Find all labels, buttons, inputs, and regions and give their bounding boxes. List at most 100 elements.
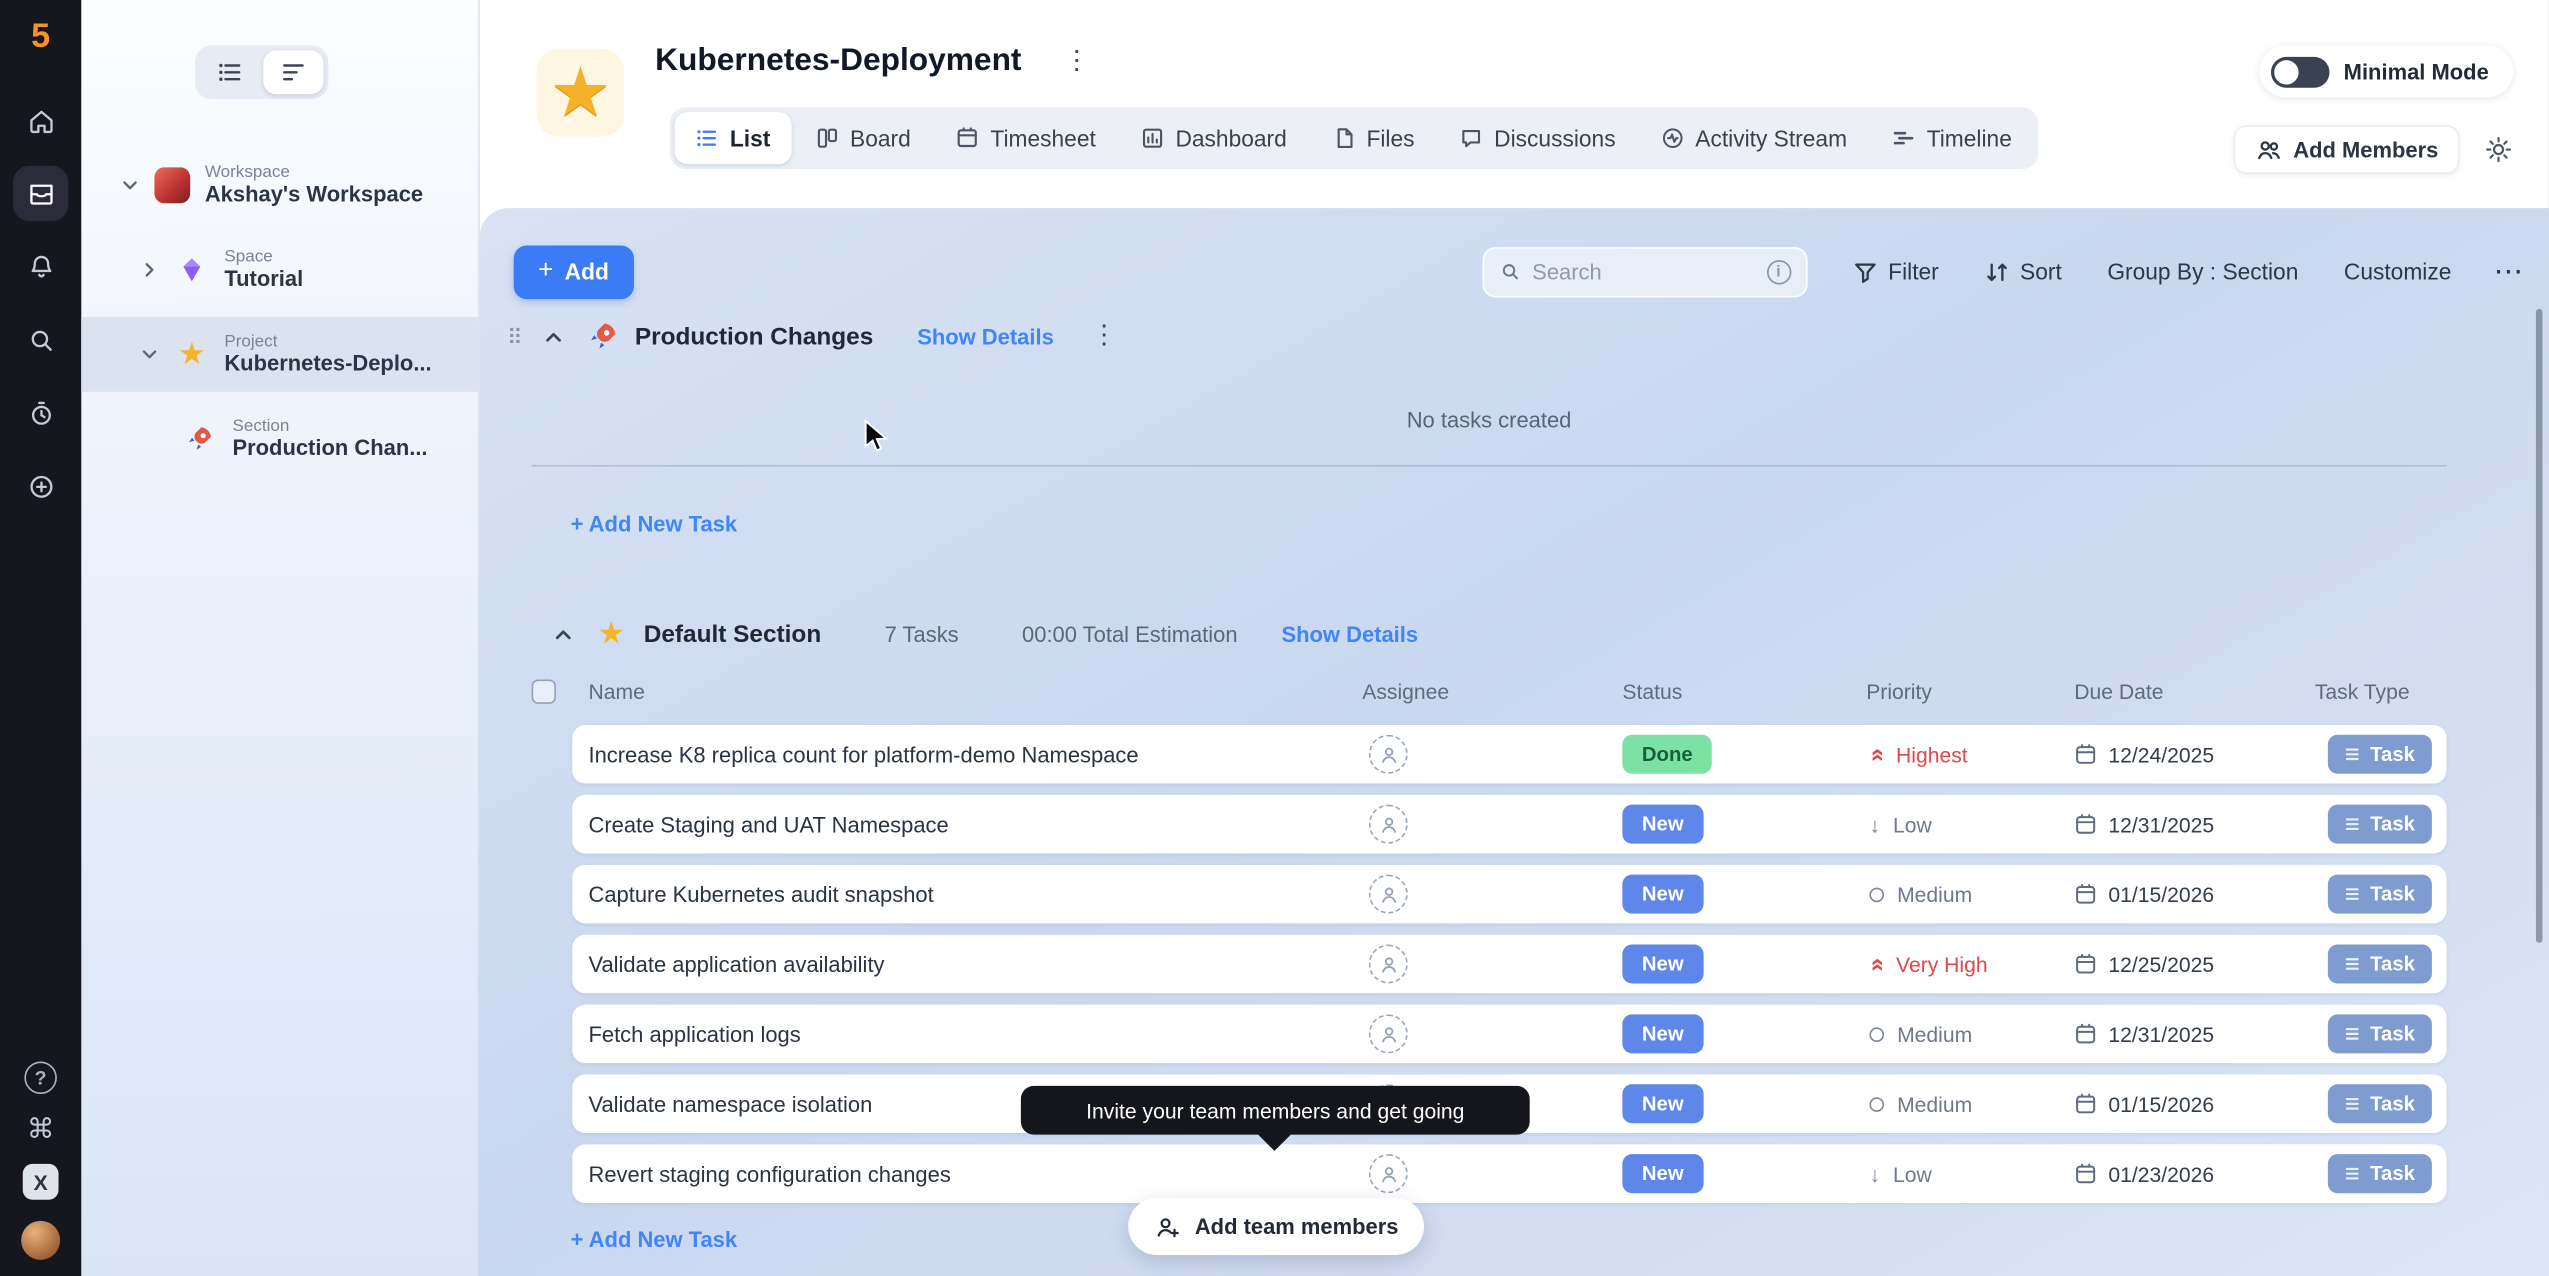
collapse-chevron-up-icon[interactable]: [546, 618, 579, 651]
node-name-label: Akshay's Workspace: [205, 182, 423, 208]
task-icon: [2344, 886, 2360, 902]
assignee-avatar[interactable]: [1369, 875, 1408, 914]
space-crystal-icon: [174, 252, 210, 288]
search-icon: [1498, 260, 1521, 283]
user-avatar[interactable]: [21, 1221, 60, 1260]
project-menu-icon[interactable]: ⋮: [1064, 48, 1090, 74]
search-input[interactable]: [1532, 259, 1755, 283]
node-name-label: Kubernetes-Deplo...: [224, 351, 431, 377]
keyboard-shortcuts-icon[interactable]: ⌘: [27, 1115, 55, 1143]
task-row[interactable]: Revert staging configuration changes New…: [572, 1144, 2446, 1203]
select-all-checkbox[interactable]: [532, 680, 556, 704]
status-badge[interactable]: Done: [1622, 735, 1712, 774]
task-name[interactable]: Validate application availability: [572, 952, 1362, 976]
add-new-task-link[interactable]: + Add New Task: [571, 1227, 737, 1251]
detail-view-toggle[interactable]: [263, 50, 323, 94]
space-labels: Space Tutorial: [224, 246, 303, 293]
status-badge[interactable]: New: [1622, 1084, 1703, 1123]
sidebar-item-project-selected[interactable]: ★ Project Kubernetes-Deplo...: [81, 317, 478, 392]
task-type-badge: Task: [2328, 1014, 2431, 1053]
status-badge[interactable]: New: [1622, 1014, 1703, 1053]
chevron-right-icon[interactable]: [140, 260, 160, 280]
tab-board[interactable]: Board: [795, 112, 932, 164]
task-name[interactable]: Create Staging and UAT Namespace: [572, 812, 1362, 836]
status-badge[interactable]: New: [1622, 1154, 1703, 1193]
section-header-default: ★ Default Section 7 Tasks 00:00 Total Es…: [546, 616, 1418, 652]
tab-label: List: [730, 125, 770, 151]
task-row[interactable]: Create Staging and UAT Namespace New ↓Lo…: [572, 795, 2446, 854]
add-members-button[interactable]: Add Members: [2233, 125, 2459, 174]
search-box[interactable]: i: [1482, 246, 1807, 296]
add-button[interactable]: + Add: [514, 245, 634, 299]
task-row[interactable]: Capture Kubernetes audit snapshot New Me…: [572, 865, 2446, 924]
priority-highest-icon: »: [1864, 747, 1888, 761]
task-name[interactable]: Capture Kubernetes audit snapshot: [572, 882, 1362, 906]
tab-discussions[interactable]: Discussions: [1439, 112, 1637, 164]
show-details-link[interactable]: Show Details: [1281, 622, 1418, 646]
tab-list[interactable]: List: [675, 112, 792, 164]
calendar-icon: [2074, 1162, 2097, 1185]
assignee-avatar[interactable]: [1369, 805, 1408, 844]
task-icon: [2344, 746, 2360, 762]
app-logo[interactable]: 5: [31, 20, 50, 54]
chat-bubble-icon: [1460, 127, 1483, 150]
task-row[interactable]: Fetch application logs New Medium 12/31/…: [572, 1005, 2446, 1064]
search-icon[interactable]: [13, 312, 68, 367]
task-type-label: Task: [2370, 1023, 2415, 1046]
toolbar-more-icon[interactable]: ⋯: [2494, 257, 2523, 286]
minimal-mode-toggle[interactable]: Minimal Mode: [2259, 46, 2513, 98]
create-plus-icon[interactable]: [13, 458, 68, 513]
sidebar-item-section[interactable]: Section Production Chan...: [98, 402, 462, 477]
tab-activity-stream[interactable]: Activity Stream: [1640, 112, 1868, 164]
assignee-avatar[interactable]: [1369, 944, 1408, 983]
timer-icon[interactable]: [13, 385, 68, 440]
show-details-link[interactable]: Show Details: [917, 324, 1054, 348]
task-name[interactable]: Increase K8 replica count for platform-d…: [572, 742, 1362, 766]
collapse-chevron-up-icon[interactable]: [537, 320, 570, 353]
status-badge[interactable]: New: [1622, 875, 1703, 914]
sort-button[interactable]: Sort: [1984, 258, 2062, 284]
assignee-avatar[interactable]: [1369, 1154, 1408, 1193]
section-labels: Section Production Chan...: [232, 416, 427, 463]
task-name[interactable]: Revert staging configuration changes: [572, 1161, 1362, 1185]
customize-button[interactable]: Customize: [2344, 258, 2452, 284]
add-team-members-button[interactable]: Add team members: [1128, 1198, 1424, 1255]
filter-button[interactable]: Filter: [1852, 258, 1938, 284]
assignee-avatar[interactable]: [1369, 735, 1408, 774]
search-info-icon[interactable]: i: [1766, 259, 1790, 283]
tab-timesheet[interactable]: Timesheet: [935, 112, 1117, 164]
inbox-icon[interactable]: [13, 166, 68, 221]
notifications-bell-icon[interactable]: [13, 239, 68, 294]
section-menu-icon[interactable]: ⋮: [1091, 323, 1117, 349]
view-tabs: List Board Timesheet Dashboard Files: [670, 107, 2038, 169]
list-view-toggle[interactable]: [200, 50, 260, 94]
project-labels: Project Kubernetes-Deplo...: [224, 331, 431, 378]
close-icon[interactable]: X: [23, 1164, 59, 1200]
chevron-down-icon[interactable]: [120, 176, 140, 196]
tab-dashboard[interactable]: Dashboard: [1120, 112, 1308, 164]
group-by-control[interactable]: Group By : Section: [2107, 258, 2298, 284]
tab-label: Dashboard: [1175, 125, 1286, 151]
status-badge[interactable]: New: [1622, 944, 1703, 983]
task-row[interactable]: Increase K8 replica count for platform-d…: [572, 725, 2446, 784]
task-row[interactable]: Validate application availability New »V…: [572, 935, 2446, 994]
workspace-labels: Workspace Akshay's Workspace: [205, 162, 423, 209]
sidebar-item-workspace[interactable]: Workspace Akshay's Workspace: [98, 148, 462, 223]
drag-handle-icon[interactable]: ⠿: [507, 326, 522, 347]
assignee-avatar[interactable]: [1369, 1014, 1408, 1053]
sidebar-item-space[interactable]: Space Tutorial: [98, 232, 462, 307]
gear-icon[interactable]: [2484, 135, 2513, 164]
scrollbar-thumb[interactable]: [2536, 309, 2543, 943]
tab-files[interactable]: Files: [1311, 112, 1435, 164]
add-new-task-link[interactable]: + Add New Task: [571, 512, 737, 536]
chevron-down-icon[interactable]: [140, 345, 160, 365]
help-icon[interactable]: ?: [24, 1062, 57, 1095]
list-icon: [696, 127, 719, 150]
home-icon[interactable]: [13, 93, 68, 148]
timesheet-icon: [956, 127, 979, 150]
task-name[interactable]: Fetch application logs: [572, 1022, 1362, 1046]
priority-label: Low: [1893, 812, 1932, 836]
status-badge[interactable]: New: [1622, 805, 1703, 844]
tab-timeline[interactable]: Timeline: [1871, 112, 2033, 164]
toggle-switch[interactable]: [2271, 56, 2330, 87]
